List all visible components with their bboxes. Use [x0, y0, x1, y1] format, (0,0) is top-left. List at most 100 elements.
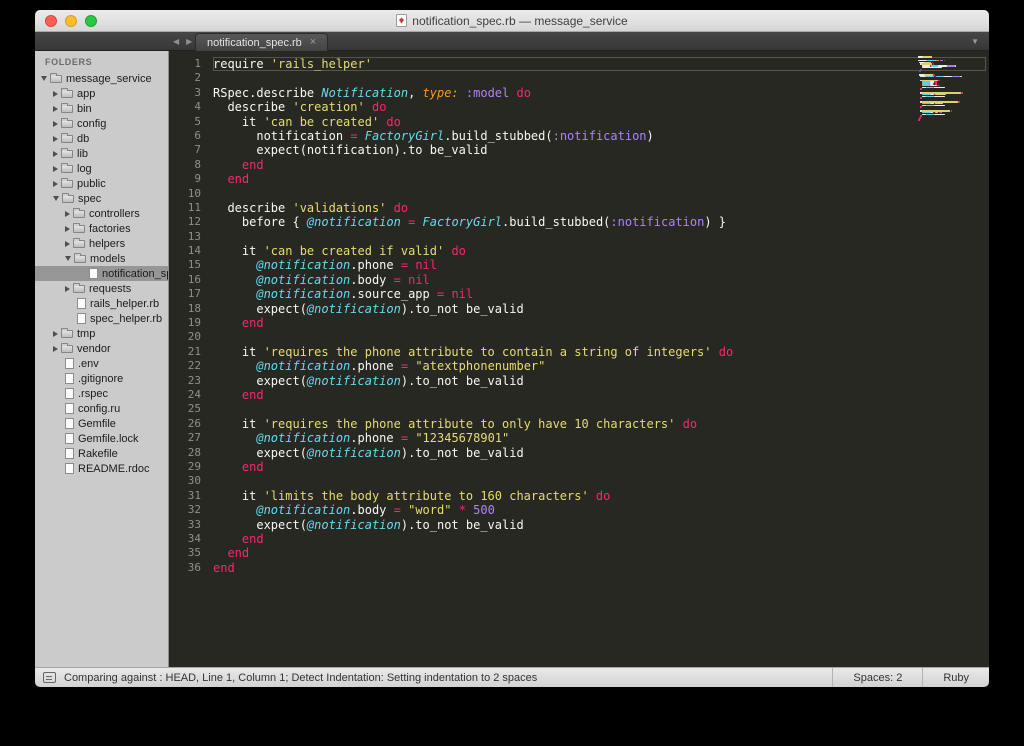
- sidebar-item[interactable]: requests: [35, 281, 168, 296]
- code-line[interactable]: 32 @notification.body = "word" * 500: [169, 503, 989, 517]
- disclosure-triangle[interactable]: [53, 345, 58, 352]
- code-line[interactable]: 26 it 'requires the phone attribute to o…: [169, 417, 989, 431]
- sidebar-item[interactable]: spec_helper.rb: [35, 311, 168, 326]
- sidebar-item[interactable]: .env: [35, 356, 168, 371]
- sidebar-item[interactable]: spec: [35, 191, 168, 206]
- sidebar-item[interactable]: message_service: [35, 71, 168, 86]
- code-line[interactable]: 31 it 'limits the body attribute to 160 …: [169, 489, 989, 503]
- sidebar-item[interactable]: README.rdoc: [35, 461, 168, 476]
- tab-close-icon[interactable]: ×: [310, 37, 316, 48]
- disclosure-triangle[interactable]: [53, 330, 58, 337]
- disclosure-triangle[interactable]: [65, 256, 71, 261]
- forward-icon[interactable]: ▶: [186, 37, 192, 46]
- code-line[interactable]: 13: [169, 230, 989, 244]
- sidebar-item[interactable]: app: [35, 86, 168, 101]
- code-line[interactable]: 18 expect(@notification).to_not be_valid: [169, 302, 989, 316]
- title-bar[interactable]: notification_spec.rb — message_service: [35, 10, 989, 32]
- app-window: notification_spec.rb — message_service ◀…: [35, 10, 989, 687]
- code-line[interactable]: 34 end: [169, 532, 989, 546]
- sidebar-item[interactable]: Gemfile: [35, 416, 168, 431]
- code-line[interactable]: 36 end: [169, 561, 989, 575]
- sidebar-item[interactable]: config: [35, 116, 168, 131]
- disclosure-triangle[interactable]: [65, 210, 70, 217]
- disclosure-triangle[interactable]: [65, 240, 70, 247]
- disclosure-triangle[interactable]: [65, 285, 70, 292]
- sidebar-item[interactable]: config.ru: [35, 401, 168, 416]
- line-number: 15: [187, 258, 201, 272]
- code-line[interactable]: 19 end: [169, 316, 989, 330]
- editor[interactable]: 1 require 'rails_helper' 2 3 RSpec.describe …: [169, 51, 989, 667]
- sidebar-item[interactable]: db: [35, 131, 168, 146]
- sidebar-item[interactable]: bin: [35, 101, 168, 116]
- sidebar-item[interactable]: log: [35, 161, 168, 176]
- disclosure-triangle[interactable]: [53, 120, 58, 127]
- code-line[interactable]: 29 end: [169, 460, 989, 474]
- code-line[interactable]: 8 end: [169, 158, 989, 172]
- minimap[interactable]: [918, 56, 984, 121]
- code-line[interactable]: 22 @notification.phone = "atextphonenumb…: [169, 359, 989, 373]
- status-panel-icon[interactable]: [43, 672, 56, 683]
- sidebar-item[interactable]: helpers: [35, 236, 168, 251]
- code-line[interactable]: 27 @notification.phone = "12345678901": [169, 431, 989, 445]
- code-line[interactable]: 23 expect(@notification).to_not be_valid: [169, 374, 989, 388]
- sidebar-item-label: notification_spec.rb: [102, 267, 168, 280]
- sidebar-item[interactable]: notification_spec.rb: [35, 266, 168, 281]
- disclosure-triangle[interactable]: [53, 135, 58, 142]
- code-line[interactable]: 30: [169, 474, 989, 488]
- code-line[interactable]: 6 notification = FactoryGirl.build_stubb…: [169, 129, 989, 143]
- disclosure-triangle[interactable]: [53, 150, 58, 157]
- code-line[interactable]: 11 describe 'validations' do: [169, 201, 989, 215]
- sidebar-item[interactable]: lib: [35, 146, 168, 161]
- code-line[interactable]: 2: [169, 71, 989, 85]
- code-line[interactable]: 25: [169, 402, 989, 416]
- disclosure-triangle[interactable]: [41, 76, 47, 81]
- line-number: 5: [194, 114, 201, 128]
- line-number: 2: [194, 71, 201, 85]
- code-line[interactable]: 24 end: [169, 388, 989, 402]
- folder-icon: [62, 192, 74, 203]
- sidebar-item[interactable]: public: [35, 176, 168, 191]
- sidebar-item[interactable]: .gitignore: [35, 371, 168, 386]
- disclosure-triangle[interactable]: [53, 105, 58, 112]
- sidebar-item[interactable]: tmp: [35, 326, 168, 341]
- sidebar-item[interactable]: controllers: [35, 206, 168, 221]
- code-line[interactable]: 20: [169, 330, 989, 344]
- disclosure-triangle[interactable]: [53, 196, 59, 201]
- sidebar-item[interactable]: factories: [35, 221, 168, 236]
- line-number: 25: [187, 402, 201, 416]
- back-icon[interactable]: ◀: [173, 37, 179, 46]
- sidebar-item[interactable]: .rspec: [35, 386, 168, 401]
- tab-notification-spec[interactable]: notification_spec.rb ×: [195, 33, 329, 51]
- code-line[interactable]: 12 before { @notification = FactoryGirl.…: [169, 215, 989, 229]
- sidebar-item[interactable]: models: [35, 251, 168, 266]
- code-line[interactable]: 33 expect(@notification).to_not be_valid: [169, 518, 989, 532]
- code-line[interactable]: 3 RSpec.describe Notification, type: :mod…: [169, 86, 989, 100]
- line-number: 35: [187, 546, 201, 560]
- code-line[interactable]: 28 expect(@notification).to_not be_valid: [169, 446, 989, 460]
- code-line[interactable]: 17 @notification.source_app = nil: [169, 287, 989, 301]
- code-line[interactable]: 21 it 'requires the phone attribute to c…: [169, 345, 989, 359]
- folder-icon: [73, 222, 85, 233]
- disclosure-triangle[interactable]: [53, 180, 58, 187]
- sidebar-item[interactable]: Rakefile: [35, 446, 168, 461]
- disclosure-triangle[interactable]: [65, 225, 70, 232]
- syntax-status[interactable]: Ruby: [922, 667, 989, 687]
- code-line[interactable]: 1 require 'rails_helper': [169, 57, 989, 71]
- tab-overflow-icon[interactable]: ▼: [971, 32, 979, 51]
- sidebar-item-label: vendor: [77, 342, 111, 355]
- code-line[interactable]: 35 end: [169, 546, 989, 560]
- code-line[interactable]: 10: [169, 187, 989, 201]
- code-line[interactable]: 14 it 'can be created if valid' do: [169, 244, 989, 258]
- sidebar-item[interactable]: rails_helper.rb: [35, 296, 168, 311]
- disclosure-triangle[interactable]: [53, 165, 58, 172]
- sidebar-item[interactable]: vendor: [35, 341, 168, 356]
- disclosure-triangle[interactable]: [53, 90, 58, 97]
- code-line[interactable]: 16 @notification.body = nil: [169, 273, 989, 287]
- code-line[interactable]: 9 end: [169, 172, 989, 186]
- code-line[interactable]: 5 it 'can be created' do: [169, 115, 989, 129]
- code-line[interactable]: 7 expect(notification).to be_valid: [169, 143, 989, 157]
- indentation-status[interactable]: Spaces: 2: [832, 667, 922, 687]
- sidebar-item[interactable]: Gemfile.lock: [35, 431, 168, 446]
- code-line[interactable]: 15 @notification.phone = nil: [169, 258, 989, 272]
- code-line[interactable]: 4 describe 'creation' do: [169, 100, 989, 114]
